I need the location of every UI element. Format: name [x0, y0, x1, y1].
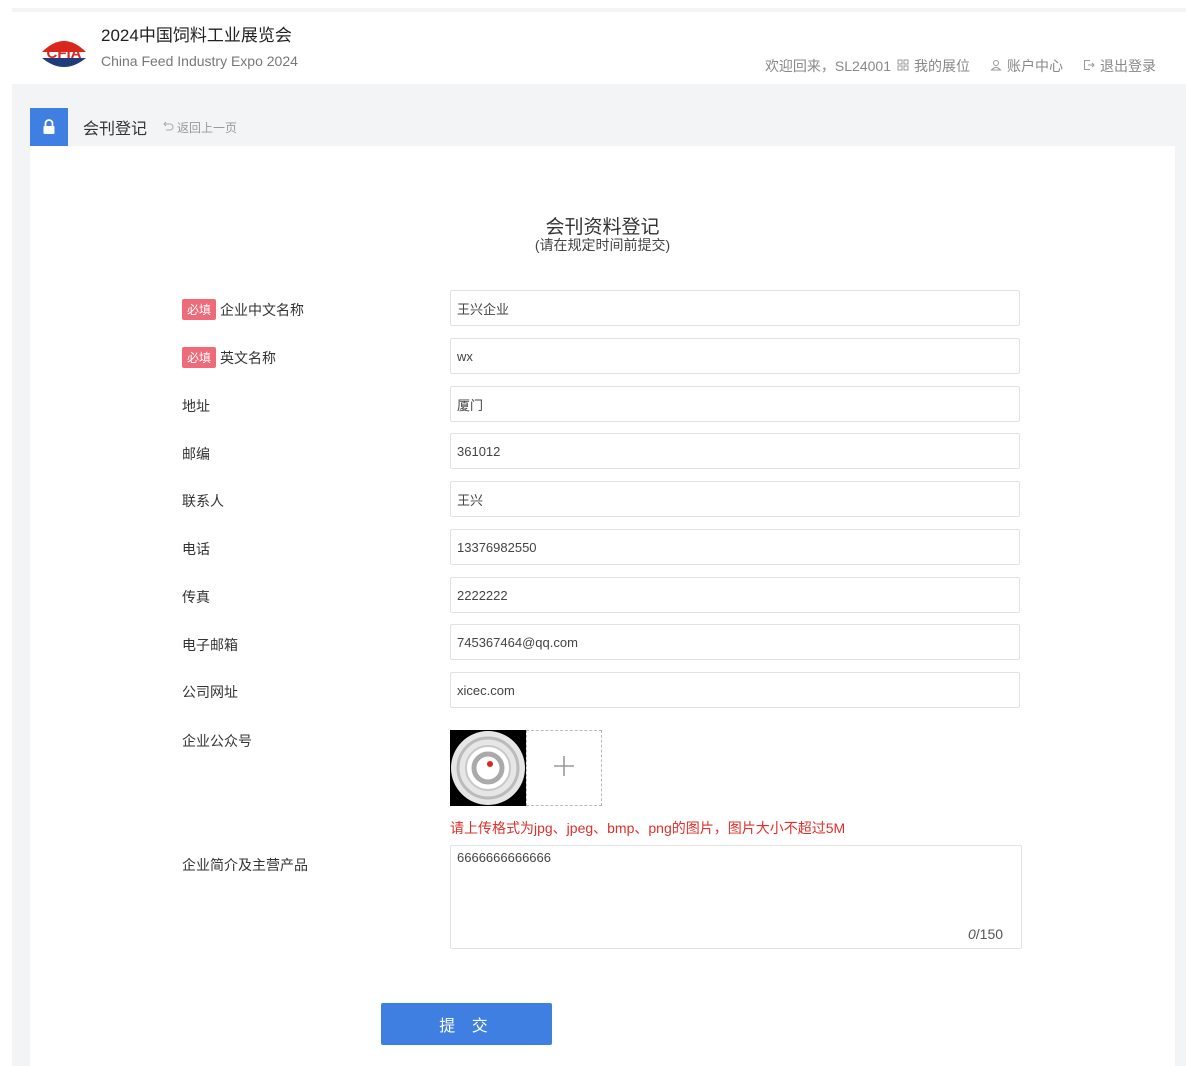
- page-title: 会刊登记: [83, 121, 148, 138]
- email-label: 电子邮箱: [182, 637, 238, 653]
- fax-label: 传真: [182, 589, 210, 605]
- email-input[interactable]: [450, 624, 1020, 660]
- upload-hint: 请上传格式为jpg、jpeg、bmp、png的图片，图片大小不超过5M: [450, 820, 846, 836]
- welcome-text: 欢迎回来，SL24001 我的展位: [765, 56, 970, 76]
- account-center-label: 账户中心: [1007, 58, 1063, 74]
- company-en-input[interactable]: [450, 338, 1020, 374]
- breadcrumb: 会刊登记 返回上一页: [30, 108, 237, 146]
- website-label: 公司网址: [182, 684, 238, 700]
- undo-icon: [163, 120, 174, 134]
- svg-text:CFIA: CFIA: [47, 45, 82, 62]
- fax-input[interactable]: [450, 577, 1020, 613]
- address-label: 地址: [182, 398, 210, 414]
- my-booth-link[interactable]: 我的展位: [914, 56, 970, 76]
- user-icon: [990, 59, 1002, 74]
- intro-textarea[interactable]: 6666666666666: [450, 845, 1022, 949]
- lock-icon: [30, 108, 68, 146]
- welcome-label: 欢迎回来，SL24001: [764, 58, 891, 74]
- company-en-label: 必填 英文名称: [182, 347, 276, 368]
- back-label: 返回上一页: [177, 120, 238, 135]
- wechat-image-thumbnail[interactable]: [450, 730, 526, 806]
- top-header: CFIA 2024中国饲料工业展览会 China Feed Industry E…: [12, 12, 1186, 84]
- cfia-logo: CFIA: [40, 32, 88, 72]
- logout-label: 退出登录: [1100, 58, 1156, 74]
- char-count-current: 0: [968, 926, 976, 942]
- contact-input[interactable]: [450, 481, 1020, 517]
- address-input[interactable]: [450, 386, 1020, 422]
- company-cn-label: 必填 企业中文名称: [182, 299, 304, 320]
- company-cn-input[interactable]: [450, 290, 1020, 326]
- site-title-cn: 2024中国饲料工业展览会: [101, 26, 292, 45]
- contact-label: 联系人: [182, 493, 224, 509]
- wechat-label: 企业公众号: [182, 733, 252, 749]
- account-center-link[interactable]: 账户中心: [990, 56, 1063, 76]
- site-title-en: China Feed Industry Expo 2024: [101, 53, 298, 69]
- logout-link[interactable]: 退出登录: [1083, 56, 1156, 76]
- upload-add-button[interactable]: [526, 730, 602, 806]
- phone-input[interactable]: [450, 529, 1020, 565]
- company-en-label-text: 英文名称: [220, 349, 277, 366]
- grid-icon: [897, 59, 909, 74]
- phone-label: 电话: [182, 541, 210, 557]
- char-count-max: /150: [975, 926, 1004, 942]
- plus-icon: [553, 755, 575, 782]
- back-link[interactable]: 返回上一页: [163, 119, 237, 136]
- postcode-label: 邮编: [182, 446, 210, 462]
- form-panel: 会刊资料登记 (请在规定时间前提交) 必填 企业中文名称 必填 英文名称 地址 …: [30, 146, 1175, 1066]
- postcode-input[interactable]: [450, 433, 1020, 469]
- logout-icon: [1083, 59, 1095, 74]
- intro-label: 企业简介及主营产品: [182, 857, 308, 873]
- user-nav: 欢迎回来，SL24001 我的展位 账户中心 退出登录: [765, 56, 1156, 76]
- submit-button[interactable]: 提 交: [381, 1003, 552, 1045]
- required-tag: 必填: [182, 299, 217, 320]
- required-tag: 必填: [182, 347, 217, 368]
- char-counter: 0/150: [968, 926, 1003, 942]
- form-subtitle: (请在规定时间前提交): [534, 237, 671, 253]
- website-input[interactable]: [450, 672, 1020, 708]
- company-cn-label-text: 企业中文名称: [220, 301, 305, 318]
